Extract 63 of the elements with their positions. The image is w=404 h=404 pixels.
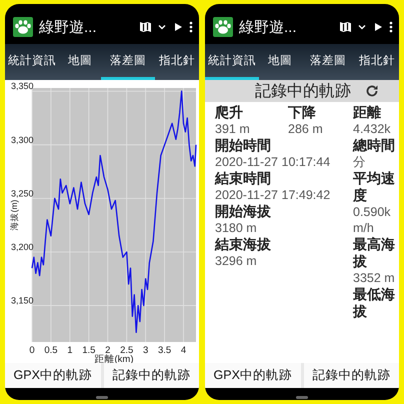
stat-label: 總時間 [353, 137, 396, 154]
map-icon[interactable] [140, 21, 151, 33]
stat-value: 3180 m [215, 220, 258, 236]
x-tick-label: 0.5 [44, 345, 58, 356]
stat-label: 最高海拔 [353, 236, 396, 270]
app-title: 綠野遊... [239, 18, 298, 36]
stat-value: 0.590km/h [353, 204, 392, 236]
stat-value: 286 m [288, 121, 323, 137]
home-indicator[interactable] [96, 396, 108, 399]
x-tick-label: 2 [105, 345, 110, 356]
track-source-button[interactable]: 記錄中的軌跡 [104, 363, 199, 388]
tab[interactable]: 統計資訊 [5, 44, 59, 80]
tab[interactable]: 地圖 [259, 44, 301, 80]
stat-value: 4.432k [353, 121, 392, 137]
more-icon[interactable] [389, 21, 393, 33]
stat-value: 2020-11-27 17:49:42 [215, 187, 330, 203]
play-icon[interactable] [173, 22, 183, 32]
refresh-icon[interactable] [365, 84, 379, 98]
stat-label: 結束時間 [215, 170, 272, 187]
x-tick-label: 3 [142, 345, 148, 356]
stat-label: 結束海拔 [215, 236, 271, 253]
y-axis-title: 海拔(m) [9, 200, 19, 230]
home-indicator[interactable] [296, 396, 308, 399]
header-title: 記錄中的軌跡 [255, 82, 351, 102]
play-icon[interactable] [373, 22, 383, 32]
x-tick-label: 1.5 [82, 345, 96, 356]
x-tick-label: 3.5 [158, 345, 172, 356]
tab[interactable]: 地圖 [59, 44, 101, 80]
map-icon[interactable] [340, 21, 351, 33]
stat-value: 391 m [215, 121, 251, 137]
tab[interactable]: 指北針 [155, 44, 199, 80]
x-tick-label: 0 [29, 345, 35, 356]
stat-label: 爬升 [215, 104, 244, 121]
paw-logo-icon [213, 17, 233, 37]
track-source-button[interactable]: GPX中的軌跡 [205, 363, 300, 388]
stat-label: 平均速度 [353, 170, 396, 204]
paw-logo-icon [13, 17, 33, 37]
more-icon[interactable] [189, 21, 193, 33]
chevron-down-icon[interactable] [157, 22, 167, 32]
stat-value: 3296 m [215, 253, 258, 269]
track-source-button[interactable]: GPX中的軌跡 [5, 363, 100, 388]
tab[interactable]: 指北針 [355, 44, 399, 80]
track-source-button[interactable]: 記錄中的軌跡 [304, 363, 399, 388]
stat-label: 開始海拔 [215, 203, 271, 220]
stat-label: 最低海拔 [353, 286, 396, 320]
x-tick-label: 1 [67, 345, 73, 356]
stat-label: 下降 [288, 104, 317, 121]
stat-label: 距離 [353, 104, 382, 121]
y-tick-label: 3,250 [11, 188, 34, 198]
tab[interactable]: 落差圖 [301, 44, 355, 80]
app-title: 綠野遊... [39, 18, 98, 36]
y-tick-label: 3,150 [11, 296, 34, 306]
y-tick-label: 3,300 [11, 134, 34, 145]
chevron-down-icon[interactable] [357, 22, 367, 32]
stat-value: 2020-11-27 10:17:44 [215, 154, 330, 170]
x-axis-title: 距離(km) [94, 354, 134, 364]
x-tick-label: 2.5 [120, 345, 134, 356]
stat-label: 開始時間 [215, 137, 272, 154]
stat-value: 3352 m [353, 270, 396, 286]
y-tick-label: 3,200 [11, 242, 34, 252]
y-tick-label: 3,350 [11, 81, 34, 92]
x-tick-label: 4 [180, 345, 186, 356]
stat-value: 分 [353, 154, 367, 170]
